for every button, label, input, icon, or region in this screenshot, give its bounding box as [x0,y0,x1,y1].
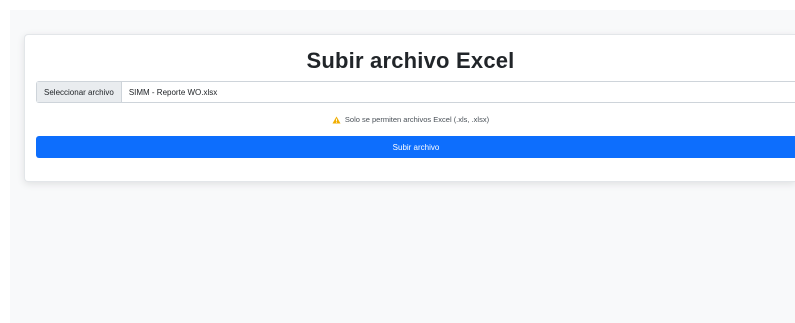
page-title: Subir archivo Excel [306,48,515,73]
submit-button[interactable]: Subir archivo [36,136,795,158]
selected-file-name: SIMM - Reporte WO.xlsx [128,87,218,97]
choose-file-button[interactable]: Seleccionar archivo [37,82,122,102]
upload-card: Subir archivo Excel Seleccionar archivo … [24,34,795,182]
file-type-warning: Solo se permiten archivos Excel (.xls, .… [25,115,795,124]
warning-text: Solo se permiten archivos Excel (.xls, .… [344,115,490,124]
warning-triangle-icon [332,116,341,123]
file-input[interactable]: Seleccionar archivo SIMM - Reporte WO.xl… [36,81,795,103]
page-background: Subir archivo Excel Seleccionar archivo … [10,10,795,323]
